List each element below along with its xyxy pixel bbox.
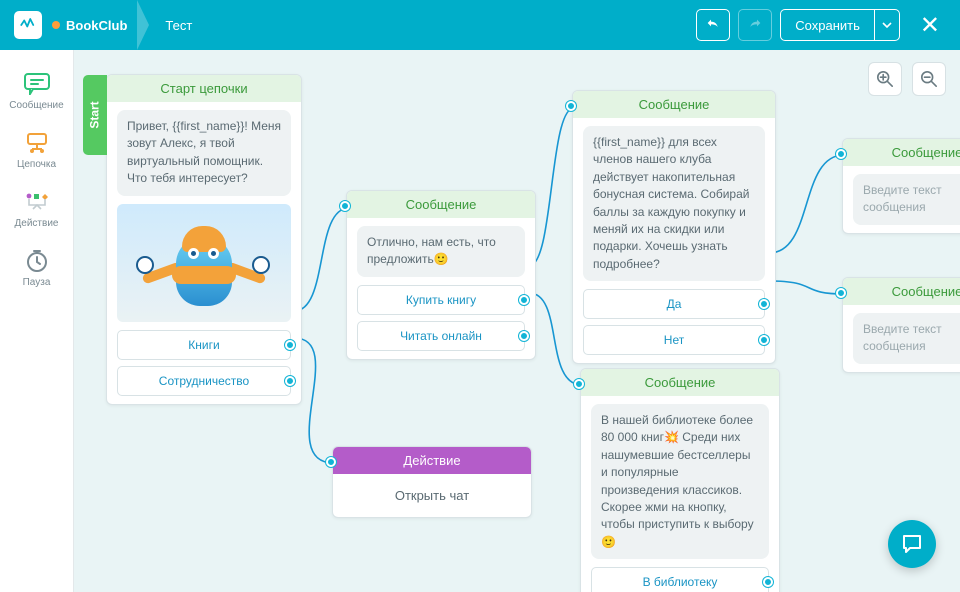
message-placeholder[interactable]: Введите текст сообщения xyxy=(853,174,960,225)
node-action[interactable]: Действие Открыть чат xyxy=(332,446,532,518)
zoom-in-button[interactable] xyxy=(868,62,902,96)
in-port[interactable] xyxy=(836,149,846,159)
out-port[interactable] xyxy=(285,376,295,386)
message-text: Привет, {{first_name}}! Меня зовут Алекс… xyxy=(117,110,291,196)
message-text: {{first_name}} для всех членов нашего кл… xyxy=(583,126,765,281)
zoom-out-button[interactable] xyxy=(912,62,946,96)
redo-icon xyxy=(747,17,763,33)
save-button[interactable]: Сохранить xyxy=(780,9,874,41)
undo-button[interactable] xyxy=(696,9,730,41)
option-books[interactable]: Книги xyxy=(117,330,291,360)
out-port[interactable] xyxy=(519,331,529,341)
node-header: Сообщение xyxy=(573,91,775,118)
message-text: Отлично, нам есть, что предложить🙂 xyxy=(357,226,525,277)
app-logo[interactable] xyxy=(14,11,42,39)
in-port[interactable] xyxy=(566,101,576,111)
message-placeholder[interactable]: Введите текст сообщения xyxy=(853,313,960,364)
option-buy-book[interactable]: Купить книгу xyxy=(357,285,525,315)
node-message-4[interactable]: Сообщение Введите текст сообщения xyxy=(842,138,960,234)
message-icon xyxy=(23,72,51,96)
project-name[interactable]: BookClub xyxy=(66,18,127,33)
palette-label: Цепочка xyxy=(17,159,56,170)
action-text: Открыть чат xyxy=(333,474,531,517)
palette-label: Пауза xyxy=(23,277,51,288)
action-icon xyxy=(23,190,51,214)
node-header: Действие xyxy=(333,447,531,474)
node-message-2[interactable]: Сообщение {{first_name}} для всех членов… xyxy=(572,90,776,364)
in-port[interactable] xyxy=(836,288,846,298)
node-header: Сообщение xyxy=(843,278,960,305)
redo-button[interactable] xyxy=(738,9,772,41)
palette-label: Сообщение xyxy=(9,100,63,111)
breadcrumb-separator xyxy=(137,0,149,50)
out-port[interactable] xyxy=(759,299,769,309)
message-text: В нашей библиотеке более 80 000 книг💥 Ср… xyxy=(591,404,769,559)
option-to-library[interactable]: В библиотеку xyxy=(591,567,769,592)
option-yes[interactable]: Да xyxy=(583,289,765,319)
save-dropdown[interactable] xyxy=(874,9,900,41)
pause-icon xyxy=(23,249,51,273)
out-port[interactable] xyxy=(519,295,529,305)
robot-mascot-icon xyxy=(134,208,274,318)
chevron-down-icon xyxy=(882,20,892,30)
zoom-in-icon xyxy=(876,70,894,88)
out-port[interactable] xyxy=(285,340,295,350)
start-tab: Start xyxy=(83,75,107,155)
save-group: Сохранить xyxy=(780,9,900,41)
in-port[interactable] xyxy=(574,379,584,389)
in-port[interactable] xyxy=(326,457,336,467)
flow-canvas[interactable]: Start Старт цепочки Привет, {{first_name… xyxy=(74,50,960,592)
option-partnership[interactable]: Сотрудничество xyxy=(117,366,291,396)
node-header: Сообщение xyxy=(843,139,960,166)
option-read-online[interactable]: Читать онлайн xyxy=(357,321,525,351)
top-bar: BookClub Тест Сохранить ✕ xyxy=(0,0,960,50)
node-message-1[interactable]: Сообщение Отлично, нам есть, что предлож… xyxy=(346,190,536,360)
node-header: Сообщение xyxy=(581,369,779,396)
palette-item-pause[interactable]: Пауза xyxy=(0,239,73,298)
palette-item-message[interactable]: Сообщение xyxy=(0,62,73,121)
chat-fab[interactable] xyxy=(888,520,936,568)
chain-icon xyxy=(23,131,51,155)
zoom-controls xyxy=(868,62,946,96)
node-message-5[interactable]: Сообщение Введите текст сообщения xyxy=(842,277,960,373)
out-port[interactable] xyxy=(759,335,769,345)
node-message-3[interactable]: Сообщение В нашей библиотеке более 80 00… xyxy=(580,368,780,592)
project-status-dot xyxy=(52,21,60,29)
chain-name[interactable]: Тест xyxy=(165,18,192,33)
message-image xyxy=(117,204,291,322)
option-no[interactable]: Нет xyxy=(583,325,765,355)
node-header: Сообщение xyxy=(347,191,535,218)
undo-icon xyxy=(705,17,721,33)
palette-label: Действие xyxy=(15,218,59,229)
close-button[interactable]: ✕ xyxy=(914,11,946,40)
in-port[interactable] xyxy=(340,201,350,211)
palette-item-action[interactable]: Действие xyxy=(0,180,73,239)
out-port[interactable] xyxy=(763,577,773,587)
palette-panel: Сообщение Цепочка Действие Пауза xyxy=(0,50,74,592)
palette-item-chain[interactable]: Цепочка xyxy=(0,121,73,180)
zoom-out-icon xyxy=(920,70,938,88)
chat-icon xyxy=(900,532,924,556)
node-start[interactable]: Start Старт цепочки Привет, {{first_name… xyxy=(106,74,302,405)
node-header: Старт цепочки xyxy=(107,75,301,102)
